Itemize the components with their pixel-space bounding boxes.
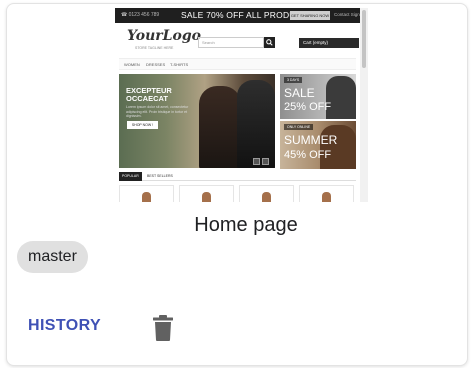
page-card[interactable]: ☎ 0123 456 789 SALE 70% OFF ALL PRODUCTS…	[6, 3, 468, 366]
thumb-shop-now: GET SHARING NOW	[290, 11, 330, 20]
thumb-hero-banner: EXCEPTEUR OCCAECAT Lorem ipsum dolor sit…	[119, 74, 275, 168]
thumb-nav-item: WOMEN	[124, 62, 140, 67]
thumb-slider-next	[262, 158, 269, 165]
thumb-hero-figure	[199, 86, 241, 168]
thumb-logo: YourLogo	[127, 28, 201, 44]
thumb-hero-button: SHOP NOW !	[127, 121, 158, 129]
thumb-phone: ☎ 0123 456 789	[121, 12, 160, 18]
page-title: Home page	[194, 214, 298, 236]
thumb-product-image	[262, 192, 271, 202]
thumb-product	[119, 185, 174, 202]
thumb-promo-figure	[320, 125, 356, 169]
thumb-promo-tag: ONLY ONLINE	[284, 124, 314, 130]
thumb-product-image	[202, 192, 211, 202]
thumb-product	[299, 185, 354, 202]
thumb-cart: Cart (empty)	[299, 38, 359, 48]
thumb-tab-popular: POPULAR	[119, 172, 142, 181]
thumb-promo-pct: 25% OFF	[284, 101, 332, 113]
thumb-promo-pct: 45% OFF	[284, 149, 332, 161]
thumb-logo-tagline: STORE TAGLINE HERE	[135, 46, 174, 50]
history-button[interactable]: HISTORY	[28, 317, 101, 335]
thumb-search-box: Search	[198, 37, 264, 48]
thumb-search-icon	[264, 37, 275, 48]
page-thumbnail[interactable]: ☎ 0123 456 789 SALE 70% OFF ALL PRODUCTS…	[115, 8, 368, 202]
branch-chip: master	[17, 241, 88, 273]
thumb-promo-tag: 3 DAYS	[284, 77, 303, 83]
thumb-nav: WOMEN DRESSES T-SHIRTS	[119, 58, 356, 70]
thumb-hero-figure	[237, 80, 275, 168]
thumb-promo-summer: ONLY ONLINE SUMMER 45% OFF	[280, 121, 356, 169]
delete-button[interactable]	[152, 314, 174, 342]
thumb-top-bar: ☎ 0123 456 789 SALE 70% OFF ALL PRODUCTS…	[115, 8, 365, 23]
thumb-tab-best-sellers: BEST SELLERS	[147, 174, 173, 178]
thumb-promo-sale: 3 DAYS SALE 25% OFF	[280, 74, 356, 119]
thumb-promo-big: SALE	[284, 86, 315, 100]
thumb-scroll-thumb	[362, 10, 366, 68]
thumb-hero-title: EXCEPTEUR OCCAECAT	[126, 86, 172, 103]
thumb-product-tabs: POPULAR BEST SELLERS	[119, 172, 356, 181]
thumb-promo-big: SUMMER	[284, 133, 338, 147]
thumb-slider-prev	[253, 158, 260, 165]
thumb-product-image	[322, 192, 331, 202]
thumb-product-image	[142, 192, 151, 202]
thumb-nav-item: DRESSES	[146, 62, 166, 67]
thumb-product	[239, 185, 294, 202]
thumb-hero-text: Lorem ipsum dolor sit amet, consectetur …	[126, 105, 189, 118]
trash-icon	[153, 315, 173, 341]
thumb-product	[179, 185, 234, 202]
thumb-nav-item: T-SHIRTS	[170, 62, 189, 67]
